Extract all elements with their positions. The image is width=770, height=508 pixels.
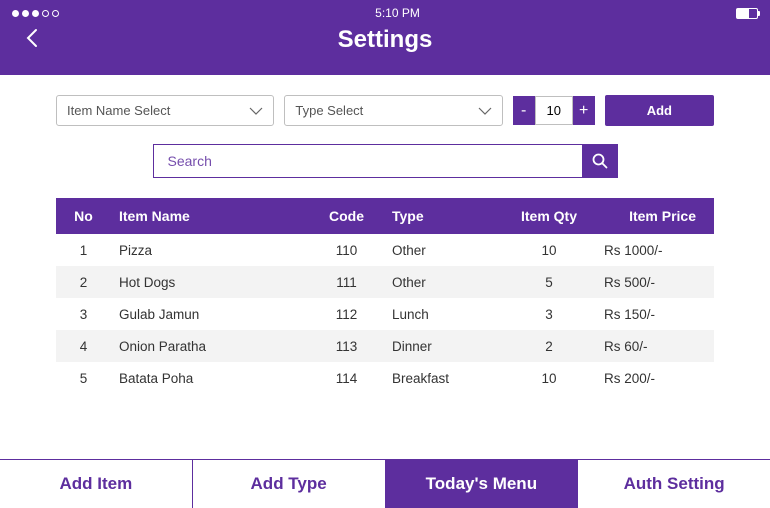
table-row[interactable]: 4Onion Paratha113Dinner2Rs 60/- (56, 330, 714, 362)
main-content: Item Name Select Type Select - + Add No … (0, 75, 770, 394)
battery-icon (736, 8, 758, 19)
cell-code: 112 (309, 298, 384, 330)
cell-code: 113 (309, 330, 384, 362)
th-type: Type (384, 198, 494, 234)
cell-price: Rs 200/- (604, 362, 714, 394)
cell-name: Onion Paratha (111, 330, 309, 362)
table-header-row: No Item Name Code Type Item Qty Item Pri… (56, 198, 714, 234)
qty-increment-button[interactable]: + (573, 96, 595, 125)
tab-add-type[interactable]: Add Type (193, 460, 386, 508)
cell-qty: 10 (494, 362, 604, 394)
cell-no: 2 (56, 266, 111, 298)
cell-no: 5 (56, 362, 111, 394)
quantity-stepper: - + (513, 96, 595, 125)
cell-code: 110 (309, 234, 384, 266)
add-button[interactable]: Add (605, 95, 714, 126)
cell-qty: 5 (494, 266, 604, 298)
status-time: 5:10 PM (375, 6, 420, 20)
type-select[interactable]: Type Select (284, 95, 502, 126)
status-bar: 5:10 PM (0, 0, 770, 26)
signal-dots (12, 10, 59, 17)
cell-type: Other (384, 266, 494, 298)
cell-name: Hot Dogs (111, 266, 309, 298)
th-price: Item Price (604, 198, 714, 234)
cell-qty: 3 (494, 298, 604, 330)
table-row[interactable]: 3Gulab Jamun112Lunch3Rs 150/- (56, 298, 714, 330)
cell-type: Other (384, 234, 494, 266)
qty-input[interactable] (535, 96, 573, 125)
table-row[interactable]: 2Hot Dogs111Other5Rs 500/- (56, 266, 714, 298)
th-qty: Item Qty (494, 198, 604, 234)
cell-type: Breakfast (384, 362, 494, 394)
table-row[interactable]: 5Batata Poha114Breakfast10Rs 200/- (56, 362, 714, 394)
search-input[interactable] (153, 144, 582, 178)
tab-add-item[interactable]: Add Item (0, 460, 193, 508)
cell-price: Rs 1000/- (604, 234, 714, 266)
item-name-select[interactable]: Item Name Select (56, 95, 274, 126)
cell-price: Rs 60/- (604, 330, 714, 362)
cell-name: Pizza (111, 234, 309, 266)
item-name-select-label: Item Name Select (67, 103, 170, 118)
chevron-down-icon (249, 107, 263, 115)
table-row[interactable]: 1Pizza110Other10Rs 1000/- (56, 234, 714, 266)
cell-no: 4 (56, 330, 111, 362)
type-select-label: Type Select (295, 103, 363, 118)
cell-no: 3 (56, 298, 111, 330)
back-button[interactable] (25, 28, 38, 53)
cell-type: Lunch (384, 298, 494, 330)
items-table: No Item Name Code Type Item Qty Item Pri… (56, 198, 714, 394)
page-title: Settings (0, 26, 770, 54)
cell-qty: 10 (494, 234, 604, 266)
controls-row: Item Name Select Type Select - + Add (56, 95, 714, 126)
qty-decrement-button[interactable]: - (513, 96, 535, 125)
cell-name: Gulab Jamun (111, 298, 309, 330)
chevron-down-icon (478, 107, 492, 115)
cell-price: Rs 500/- (604, 266, 714, 298)
bottom-tabs: Add Item Add Type Today's Menu Auth Sett… (0, 459, 770, 508)
search-button[interactable] (582, 144, 618, 178)
tab-todays-menu[interactable]: Today's Menu (386, 460, 579, 508)
cell-code: 111 (309, 266, 384, 298)
th-no: No (56, 198, 111, 234)
cell-price: Rs 150/- (604, 298, 714, 330)
search-row (56, 144, 714, 178)
th-code: Code (309, 198, 384, 234)
tab-auth-setting[interactable]: Auth Setting (578, 460, 770, 508)
cell-code: 114 (309, 362, 384, 394)
cell-name: Batata Poha (111, 362, 309, 394)
th-name: Item Name (111, 198, 309, 234)
app-header: 5:10 PM Settings (0, 0, 770, 75)
search-icon (592, 153, 608, 169)
cell-type: Dinner (384, 330, 494, 362)
cell-no: 1 (56, 234, 111, 266)
cell-qty: 2 (494, 330, 604, 362)
